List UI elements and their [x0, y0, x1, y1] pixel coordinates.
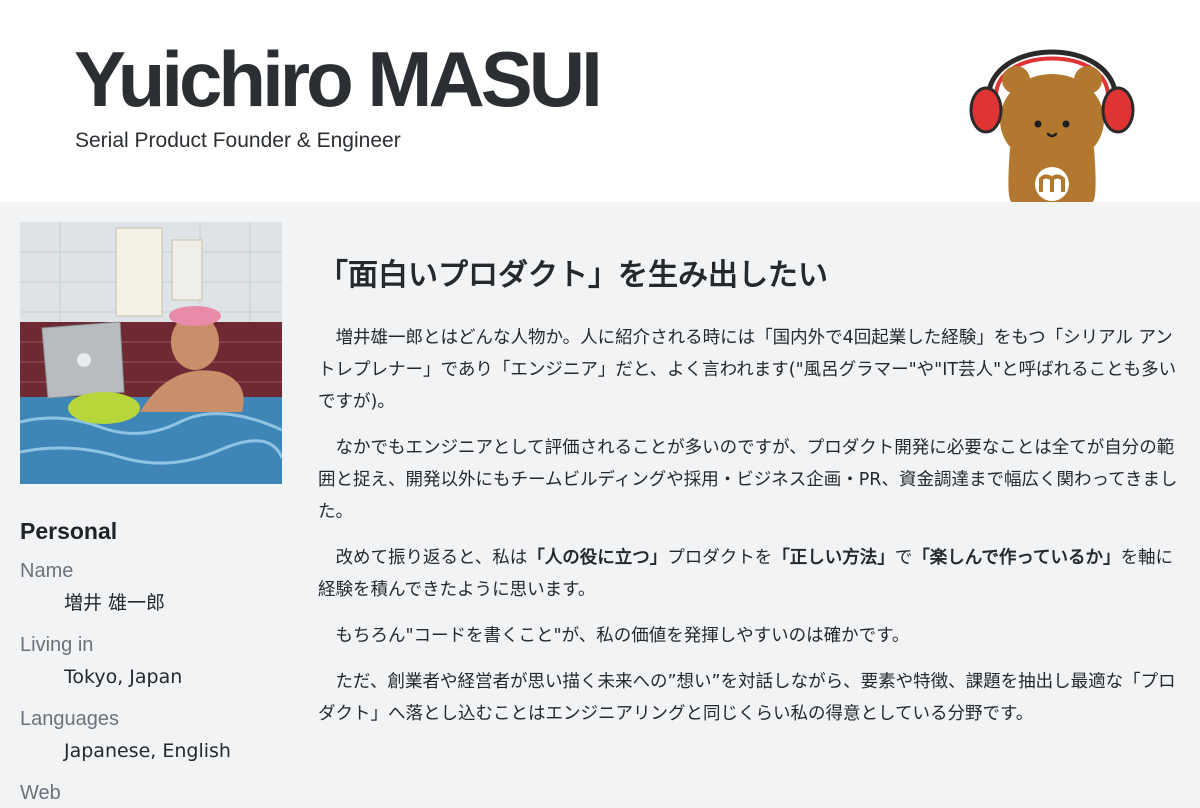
intro-paragraph-3: 改めて振り返ると、私は「人の役に立つ」プロダクトを「正しい方法」で「楽しんで作っ…	[318, 542, 1180, 606]
site-title[interactable]: Yuichiro MASUI	[74, 40, 603, 118]
sidebar: Personal Name 増井 雄一郎 Living in Tokyo, Ja…	[20, 222, 282, 807]
p3-bold-3: 「楽しんで作っているか」	[912, 548, 1121, 568]
main-content: 「面白いプロダクト」を生み出したい 増井雄一郎とはどんな人物か。人に紹介される時…	[318, 246, 1180, 744]
personal-info-list: Name 増井 雄一郎 Living in Tokyo, Japan Langu…	[20, 557, 282, 807]
site-subtitle: Serial Product Founder & Engineer	[75, 129, 401, 152]
intro-paragraph-2: なかでもエンジニアとして評価されることが多いのですが、プロダクト開発に必要なこと…	[318, 438, 1178, 522]
web-label: Web	[20, 782, 61, 804]
site-header: Yuichiro MASUI Serial Product Founder & …	[0, 0, 1200, 202]
living-in-label: Living in	[20, 634, 94, 656]
living-in-value: Tokyo, Japan	[64, 666, 183, 688]
languages-label: Languages	[20, 708, 119, 730]
intro-paragraph-4: もちろん"コードを書くこと"が、私の価値を発揮しやすいのは確かです。	[335, 626, 910, 646]
p3-text-2: プロダクトを	[667, 548, 773, 568]
personal-heading: Personal	[20, 518, 118, 544]
profile-photo	[20, 222, 282, 484]
p3-bold-1: 「人の役に立つ」	[527, 548, 668, 568]
p3-bold-2: 「正しい方法」	[772, 548, 895, 568]
p3-text-3: で	[894, 548, 913, 568]
bear-headphones-mascot-icon	[969, 49, 1135, 202]
name-label: Name	[20, 560, 74, 582]
intro-paragraph-1: 増井雄一郎とはどんな人物か。人に紹介される時には「国内外で4回起業した経験」をも…	[318, 328, 1177, 412]
main-heading: 「面白いプロダクト」を生み出したい	[318, 258, 828, 293]
intro-paragraph-5: ただ、創業者や経営者が思い描く未来への”想い”を対話しながら、要素や特徴、課題を…	[318, 672, 1176, 724]
languages-value: Japanese, English	[64, 740, 231, 762]
p3-text-1: 改めて振り返ると、私は	[335, 548, 528, 568]
name-value: 増井 雄一郎	[64, 592, 166, 614]
